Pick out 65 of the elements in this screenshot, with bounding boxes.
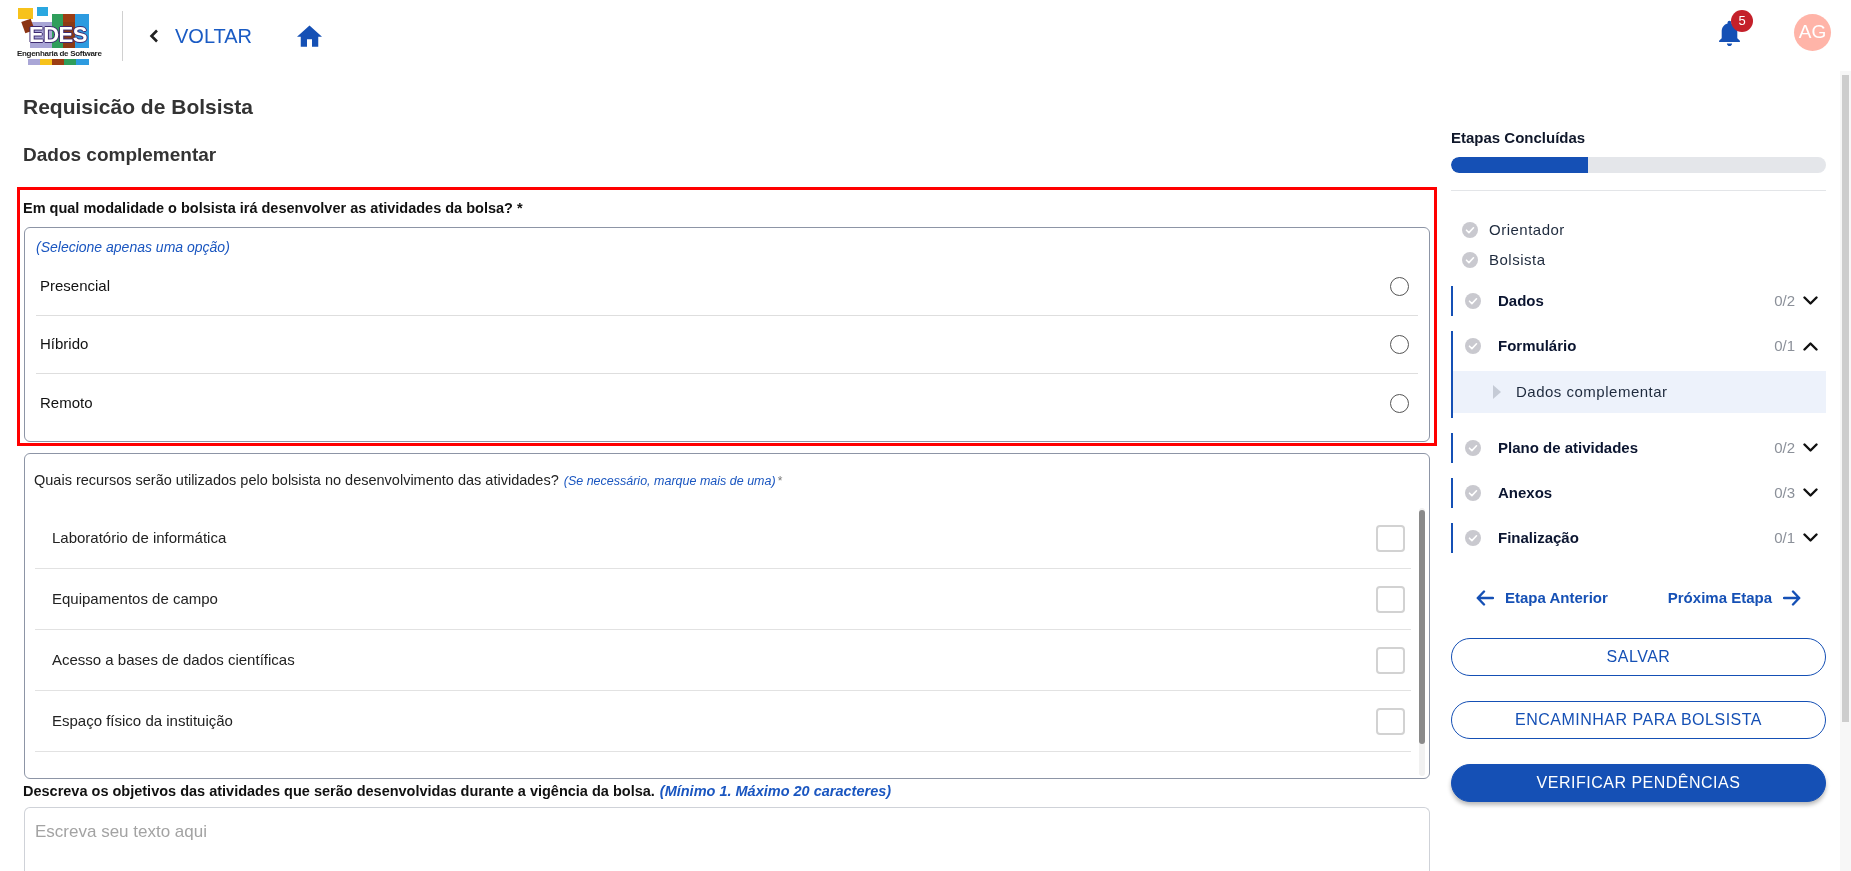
section-label[interactable]: Plano de atividades xyxy=(1498,436,1639,460)
option-label[interactable]: Equipamentos de campo xyxy=(52,587,218,611)
page-title: Requisicão de Bolsista xyxy=(22,94,254,120)
chevron-left-icon xyxy=(149,28,159,43)
textarea-field[interactable]: Escreva seu texto aqui xyxy=(24,807,1430,871)
question-label: Descreva os objetivos das atividades que serão desenvolvidas durante a vigência da bolsa. xyxy=(23,783,655,799)
chevron-down-icon[interactable] xyxy=(1803,488,1818,498)
arrow-left-icon xyxy=(1476,590,1494,606)
caret-right-icon xyxy=(1493,385,1501,399)
previous-step-link[interactable]: Etapa Anterior xyxy=(1476,586,1608,610)
question-hint: (Mínimo 1. Máximo 20 caracteres) xyxy=(659,783,892,799)
check-circle-icon xyxy=(1462,222,1478,238)
action-button[interactable]: VERIFICAR PENDÊNCIAS xyxy=(1451,764,1826,802)
option-label[interactable]: Acesso a bases de dados científicas xyxy=(52,648,295,672)
step-count: 0/3 xyxy=(1774,482,1795,503)
logo-title: EDES xyxy=(29,22,87,47)
scrollbar-thumb[interactable] xyxy=(1842,75,1849,722)
next-step-link[interactable]: Próxima Etapa xyxy=(1667,586,1801,610)
checkbox[interactable] xyxy=(1376,707,1405,735)
section-label[interactable]: Anexos xyxy=(1498,481,1553,505)
checkbox[interactable] xyxy=(1376,585,1405,613)
question-label: Em qual modalidade o bolsista irá desenvolver as atividades da bolsa? * xyxy=(23,199,524,218)
check-circle-icon xyxy=(1465,293,1481,309)
checkbox[interactable] xyxy=(1376,524,1405,552)
option-label[interactable]: Híbrido xyxy=(40,333,89,356)
question-hint: (Se necessário, marque mais de uma) xyxy=(563,472,776,490)
chevron-down-icon[interactable] xyxy=(1803,533,1818,543)
home-icon[interactable] xyxy=(297,24,323,47)
sidebar-subitem[interactable]: Dados complementar xyxy=(1453,371,1826,413)
section-label[interactable]: Formulário xyxy=(1498,334,1577,358)
required-mark: * xyxy=(777,473,783,490)
chevron-down-icon[interactable] xyxy=(1803,296,1818,306)
step-count: 0/2 xyxy=(1774,437,1795,458)
logo-subtitle: Engenharia de Software xyxy=(17,48,102,58)
scrollbar-track[interactable] xyxy=(1840,71,1851,871)
step-count: 0/2 xyxy=(1774,290,1795,311)
question-label: Quais recursos serão utilizados pelo bolsista no desenvolvimento das atividades? xyxy=(34,471,559,491)
progress-title: Etapas Concluídas xyxy=(1451,128,1587,148)
option-label[interactable]: Espaço físico da instituição xyxy=(52,709,233,733)
step-count: 0/1 xyxy=(1774,527,1795,548)
chevron-up-icon[interactable] xyxy=(1803,341,1818,351)
arrow-right-icon xyxy=(1783,590,1801,606)
action-button[interactable]: ENCAMINHAR PARA BOLSISTA xyxy=(1451,701,1826,739)
check-circle-icon xyxy=(1465,485,1481,501)
back-link[interactable]: VOLTAR xyxy=(149,23,253,48)
check-circle-icon xyxy=(1465,338,1481,354)
step-label[interactable]: Bolsista xyxy=(1489,248,1546,272)
section-title: Dados complementar xyxy=(22,143,218,167)
check-circle-icon xyxy=(1462,252,1478,268)
option-label[interactable]: Laboratório de informática xyxy=(52,526,227,550)
notification-badge: 5 xyxy=(1731,9,1753,32)
step-label[interactable]: Orientador xyxy=(1489,218,1565,242)
section-label[interactable]: Dados xyxy=(1498,289,1544,313)
logo-drawing[interactable]: EDES Engenharia de Software xyxy=(17,6,105,65)
option-label[interactable]: Remoto xyxy=(40,391,93,415)
step-count: 0/1 xyxy=(1774,335,1795,356)
section-label[interactable]: Finalização xyxy=(1498,526,1579,550)
option-label[interactable]: Presencial xyxy=(40,275,111,298)
action-button[interactable]: SALVAR xyxy=(1451,638,1826,676)
check-circle-icon xyxy=(1465,440,1481,456)
check-circle-icon xyxy=(1465,530,1481,546)
question-hint: (Selecione apenas uma opção) xyxy=(36,238,230,257)
checkbox[interactable] xyxy=(1376,646,1405,674)
chevron-down-icon[interactable] xyxy=(1803,443,1818,453)
bell-icon[interactable] xyxy=(1718,19,1741,46)
